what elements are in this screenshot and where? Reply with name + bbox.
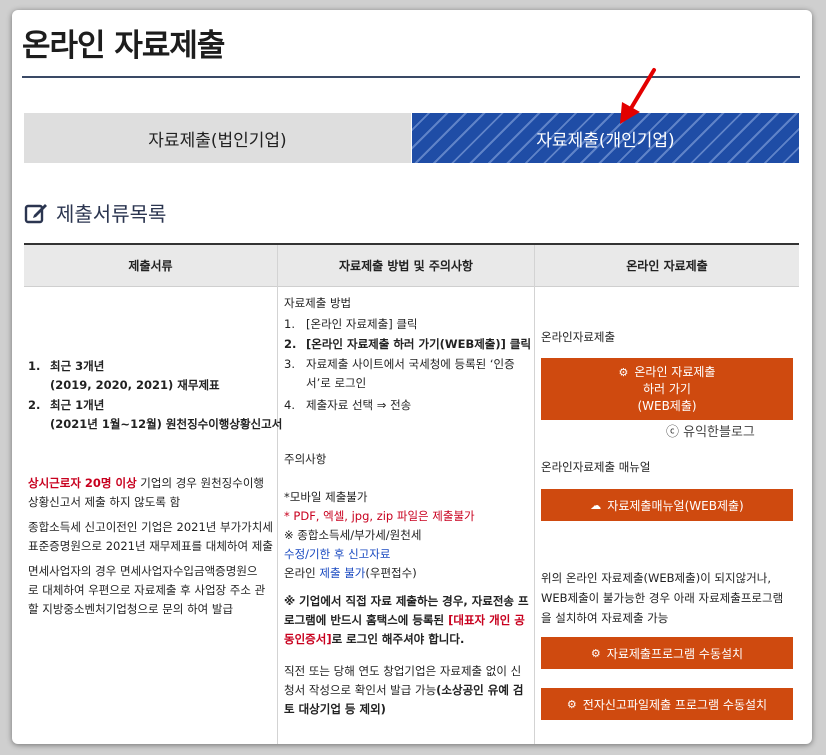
direct-note-red: 동인증서] [284, 632, 332, 646]
online-not-allowed-note: 온라인 제출 불가(우편접수) [284, 564, 417, 582]
document-item-financial: 최근 3개년 [50, 359, 105, 373]
online-suffix: (우편접수) [365, 566, 417, 580]
gear-icon: ⚙ [566, 697, 577, 711]
online-submit-button[interactable]: ⚙ 온라인 자료제출 하러 가기 (WEB제출) [541, 358, 793, 420]
file-type-note: * PDF, 엑셀, jpg, zip 파일은 제출불가 [284, 509, 475, 523]
list-number: 1. [28, 359, 41, 373]
direct-note-line1: ※ 기업에서 직접 자료 제출하는 경우, 자료전송 프 [284, 594, 529, 608]
taxfree-note-line1: 면세사업자의 경우 면세사업자수입금액증명원으 [28, 564, 258, 578]
method-step: [온라인 자료제출 하러 가기(WEB제출)] 클릭 [306, 337, 532, 351]
direct-note-line2: 로그램에 반드시 홈택스에 등록된 [대표자 개인 공 [284, 611, 525, 629]
direct-note-line3: 동인증서]로 로그인 해주셔야 합니다. [284, 630, 464, 648]
caution-title: 주의사항 [284, 452, 327, 466]
document-item-withholding: 최근 1개년 [50, 398, 105, 412]
employee-note-highlight: 상시근로자 20명 이상 [28, 476, 137, 490]
tab-individual[interactable]: 자료제출(개인기업) [412, 113, 799, 163]
fallback-note-line2: WEB제출이 불가능한 경우 아래 자료제출프로그램 [541, 591, 784, 605]
employee-note: 상시근로자 20명 이상 기업의 경우 원천징수이행 [28, 474, 264, 492]
section-header: 제출서류목록 [24, 198, 166, 227]
manual-label: 온라인자료제출 매뉴얼 [541, 460, 651, 474]
startup-note-line2: 청서 작성으로 확인서 발급 가능(소상공인 유예 검 [284, 681, 524, 699]
cloud-download-icon: ☁ [590, 498, 602, 512]
title-divider [22, 76, 800, 78]
tax-note: ※ 종합소득세/부가세/원천세 [284, 528, 422, 542]
online-submit-label: 온라인자료제출 [541, 330, 616, 344]
direct-note-text: 로그램에 반드시 홈택스에 등록된 [284, 613, 449, 627]
fallback-note-line1: 위의 온라인 자료제출(WEB제출)이 되지않거나, [541, 571, 771, 585]
method-step-cont: 서’로 로그인 [306, 376, 367, 390]
startup-note-line1: 직전 또는 당해 연도 창업기업은 자료제출 없이 신 [284, 664, 522, 678]
method-step: 자료제출 사이트에서 국세청에 등록된 ‘인증 [306, 357, 515, 371]
list-number: 2. [284, 337, 297, 351]
list-number: 1. [284, 317, 295, 331]
install-efile-program-button[interactable]: ⚙ 전자신고파일제출 프로그램 수동설치 [541, 688, 793, 720]
startup-note-line3: 토 대상기업 등 제외) [284, 702, 386, 716]
list-number: 4. [284, 398, 295, 412]
method-step: [온라인 자료제출] 클릭 [306, 317, 418, 331]
direct-note-text: 로 로그인 해주셔야 합니다. [331, 632, 465, 646]
watermark: ⓒ 유익한블로그 [666, 425, 755, 440]
btn-label: 자료제출매뉴얼(WEB제출) [607, 498, 744, 513]
btn-line1-wrap: ⚙ 온라인 자료제출 [619, 364, 716, 381]
employee-note-text: 기업의 경우 원천징수이행 [136, 476, 265, 490]
document-item-withholding-period: (2021년 1월~12월) 원천징수이행상황신고서 [50, 417, 283, 431]
method-step: 제출자료 선택 ⇒ 전송 [306, 398, 412, 412]
manual-button[interactable]: ☁ 자료제출매뉴얼(WEB제출) [541, 489, 793, 521]
list-number: 2. [28, 398, 41, 412]
taxfree-note-line3: 할 지방중소벤처기업청으로 문의 하여 발급 [28, 602, 234, 616]
section-title: 제출서류목록 [56, 202, 167, 226]
startup-note-bold: (소상공인 유예 검 [436, 683, 524, 697]
tab-corporate[interactable]: 자료제출(법인기업) [24, 113, 411, 163]
online-blue: 제출 불가 [319, 566, 366, 580]
table-header-method: 자료제출 방법 및 주의사항 [278, 245, 534, 287]
table-header-documents: 제출서류 [24, 245, 277, 287]
gear-icon: ⚙ [590, 646, 601, 660]
taxfree-note-line2: 로 대체하여 우편으로 자료제출 후 사업장 주소 관 [28, 583, 266, 597]
document-item-financial-years: (2019, 2020, 2021) 재무제표 [50, 378, 220, 392]
table-header-online: 온라인 자료제출 [535, 245, 799, 287]
edit-icon [24, 203, 47, 223]
tax-note-blue: 수정/기한 후 신고자료 [284, 547, 391, 561]
page-title: 온라인 자료제출 [22, 28, 225, 64]
btn-label: 전자신고파일제출 프로그램 수동설치 [582, 697, 768, 712]
startup-note-text: 청서 작성으로 확인서 발급 가능 [284, 683, 437, 697]
employee-note-line2: 상황신고서 제출 하지 않도록 함 [28, 495, 181, 509]
direct-note-red: [대표자 개인 공 [448, 613, 525, 627]
gear-icon: ⚙ [618, 365, 629, 379]
column-divider [277, 245, 278, 744]
method-title: 자료제출 방법 [284, 296, 352, 310]
btn-label: 하러 가기 [643, 381, 691, 396]
content-card: 온라인 자료제출 자료제출(법인기업) 자료제출(개인기업) 제출서류목록 제출… [12, 10, 812, 744]
online-prefix: 온라인 [284, 566, 320, 580]
arrow-pointer-icon [620, 68, 656, 124]
column-divider [534, 245, 535, 744]
install-program-button[interactable]: ⚙ 자료제출프로그램 수동설치 [541, 637, 793, 669]
fallback-note-line3: 을 설치하여 자료제출 가능 [541, 611, 669, 625]
btn-label: 자료제출프로그램 수동설치 [606, 646, 744, 661]
vat-note-line1: 종합소득세 신고이전인 기업은 2021년 부가가치세 [28, 520, 273, 534]
vat-note-line2: 표준증명원으로 2021년 재무제표를 대체하여 제출 [28, 539, 273, 553]
mobile-note: *모바일 제출불가 [284, 490, 368, 504]
btn-label: (WEB제출) [637, 398, 697, 413]
list-number: 3. [284, 357, 295, 371]
btn-label: 온라인 자료제출 [634, 364, 716, 379]
